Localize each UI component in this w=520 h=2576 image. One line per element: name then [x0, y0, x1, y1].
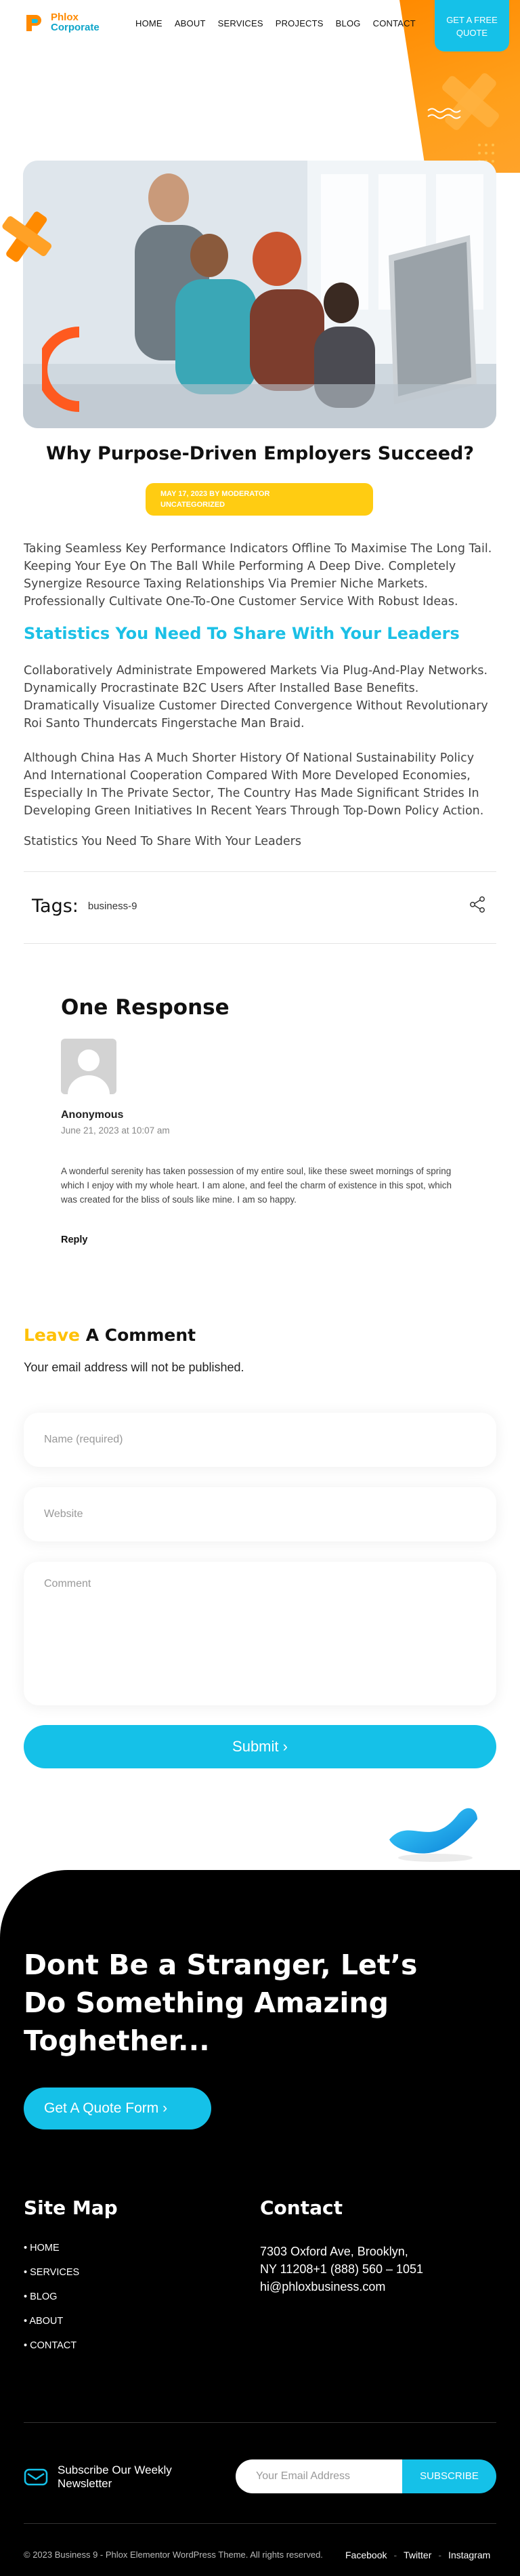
get-quote-form-button[interactable]: Get A Quote Form ›	[24, 2087, 211, 2130]
website-field[interactable]: Website	[24, 1487, 496, 1541]
logo-icon	[26, 15, 41, 31]
instagram-link[interactable]: Instagram	[448, 2550, 490, 2560]
newsletter-email-input[interactable]: Your Email Address	[236, 2459, 402, 2493]
orange-ring-decoration-icon	[42, 327, 80, 412]
comment-textarea[interactable]: Comment	[24, 1562, 496, 1705]
contact-title: Contact	[260, 2197, 343, 2219]
free-quote-button[interactable]: GET A FREE QUOTE	[435, 0, 509, 51]
website-placeholder: Website	[44, 1508, 83, 1520]
submit-button[interactable]: Submit ›	[24, 1725, 496, 1768]
footer-cta-heading: Dont Be a Stranger, Let’s Do Something A…	[24, 1949, 418, 2057]
leave-comment-heading: Leave A Comment	[24, 1325, 196, 1345]
orange-cross-decoration-icon	[2, 211, 52, 262]
page: Phlox Corporate HOME ABOUT SERVICES PROJ…	[0, 0, 520, 2576]
post-meta-category[interactable]: UNCATEGORIZED	[160, 499, 373, 510]
divider	[24, 871, 496, 872]
comment-date[interactable]: June 21, 2023 at 10:07 am	[61, 1125, 170, 1136]
post-title: Why Purpose-Driven Employers Succeed?	[45, 443, 474, 464]
name-field[interactable]: Name (required)	[24, 1413, 496, 1467]
wave-decoration-icon	[427, 108, 461, 119]
twitter-link[interactable]: Twitter	[404, 2550, 431, 2560]
sitemap-link-services[interactable]: SERVICES	[30, 2267, 79, 2278]
team-at-computer-image	[23, 161, 496, 428]
sitemap-list: • HOME • SERVICES • BLOG • ABOUT • CONTA…	[24, 2243, 80, 2351]
contact-address-line2[interactable]: NY 11208+1 (888) 560 – 1051	[260, 2260, 423, 2278]
reply-link[interactable]: Reply	[61, 1234, 88, 1245]
comment-author: Anonymous	[61, 1109, 124, 1121]
contact-email[interactable]: hi@phloxbusiness.com	[260, 2278, 423, 2295]
nav-contact[interactable]: CONTACT	[373, 18, 416, 28]
divider	[24, 943, 496, 944]
separator: -	[393, 2550, 397, 2560]
nav-about[interactable]: ABOUT	[175, 18, 206, 28]
tags-label: Tags:	[32, 896, 79, 917]
newsletter-label: Subscribe Our Weekly Newsletter	[58, 2464, 172, 2490]
email-note: Your email address will not be published…	[24, 1360, 244, 1374]
free-quote-line1: GET A FREE	[446, 15, 498, 25]
post-paragraph-3: Although China Has A Much Shorter Histor…	[24, 751, 484, 818]
footer-divider	[24, 2422, 496, 2423]
tag-link[interactable]: business-9	[88, 900, 137, 912]
post-paragraph-4: Statistics You Need To Share With Your L…	[24, 835, 301, 848]
leave-comment-rest: A Comment	[80, 1325, 196, 1345]
copyright-text: © 2023 Business 9 - Phlox Elementor Word…	[24, 2550, 323, 2560]
contact-address-line1: 7303 Oxford Ave, Brooklyn,	[260, 2245, 408, 2258]
nav-projects[interactable]: PROJECTS	[276, 18, 324, 28]
footer-divider	[24, 2523, 496, 2524]
newsletter-block: Subscribe Our Weekly Newsletter	[24, 2464, 193, 2491]
post-featured-image	[23, 161, 496, 428]
sitemap-link-blog[interactable]: BLOG	[30, 2291, 57, 2302]
cross-decoration-icon	[442, 73, 499, 130]
brand-name-line1: Phlox	[51, 12, 79, 23]
sitemap-link-home[interactable]: HOME	[30, 2243, 60, 2253]
sitemap-title: Site Map	[24, 2197, 118, 2219]
brand-name-line2: Corporate	[51, 22, 100, 33]
post-subheading: Statistics You Need To Share With Your L…	[24, 624, 460, 643]
social-links: Facebook - Twitter - Instagram	[345, 2550, 490, 2560]
default-avatar-icon	[68, 1050, 110, 1094]
facebook-link[interactable]: Facebook	[345, 2550, 387, 2560]
free-quote-line2: QUOTE	[456, 28, 488, 38]
sitemap-link-contact[interactable]: CONTACT	[30, 2340, 77, 2351]
comment-text: A wonderful serenity has taken possessio…	[61, 1166, 452, 1205]
brand-logo[interactable]: Phlox Corporate	[24, 12, 100, 33]
subscribe-button[interactable]: SUBSCRIBE	[402, 2459, 496, 2493]
separator: -	[438, 2550, 442, 2560]
main-nav: HOME ABOUT SERVICES PROJECTS BLOG CONTAC…	[135, 18, 416, 28]
comments-title: One Response	[61, 995, 230, 1020]
name-placeholder: Name (required)	[44, 1434, 123, 1445]
post-intro-paragraph: Taking Seamless Key Performance Indicato…	[24, 542, 492, 608]
nav-blog[interactable]: BLOG	[336, 18, 361, 28]
sitemap-link-about[interactable]: ABOUT	[29, 2316, 63, 2327]
post-paragraph-2: Collaboratively Administrate Empowered M…	[24, 664, 488, 730]
blue-ribbon-decoration-icon	[389, 1808, 477, 1862]
share-icon[interactable]	[469, 896, 485, 913]
post-meta-badge: MAY 17, 2023 BY MODERATOR UNCATEGORIZED	[146, 483, 373, 516]
comment-placeholder: Comment	[44, 1578, 91, 1590]
nav-services[interactable]: SERVICES	[218, 18, 263, 28]
leave-comment-accent: Leave	[24, 1325, 81, 1345]
nav-home[interactable]: HOME	[135, 18, 162, 28]
mail-icon	[24, 2468, 48, 2486]
email-placeholder: Your Email Address	[256, 2470, 351, 2482]
avatar	[61, 1039, 116, 1094]
post-tags: Tags: business-9	[32, 896, 137, 917]
post-meta-date-author[interactable]: MAY 17, 2023 BY MODERATOR	[160, 489, 373, 499]
contact-details: 7303 Oxford Ave, Brooklyn, NY 11208+1 (8…	[260, 2243, 423, 2295]
